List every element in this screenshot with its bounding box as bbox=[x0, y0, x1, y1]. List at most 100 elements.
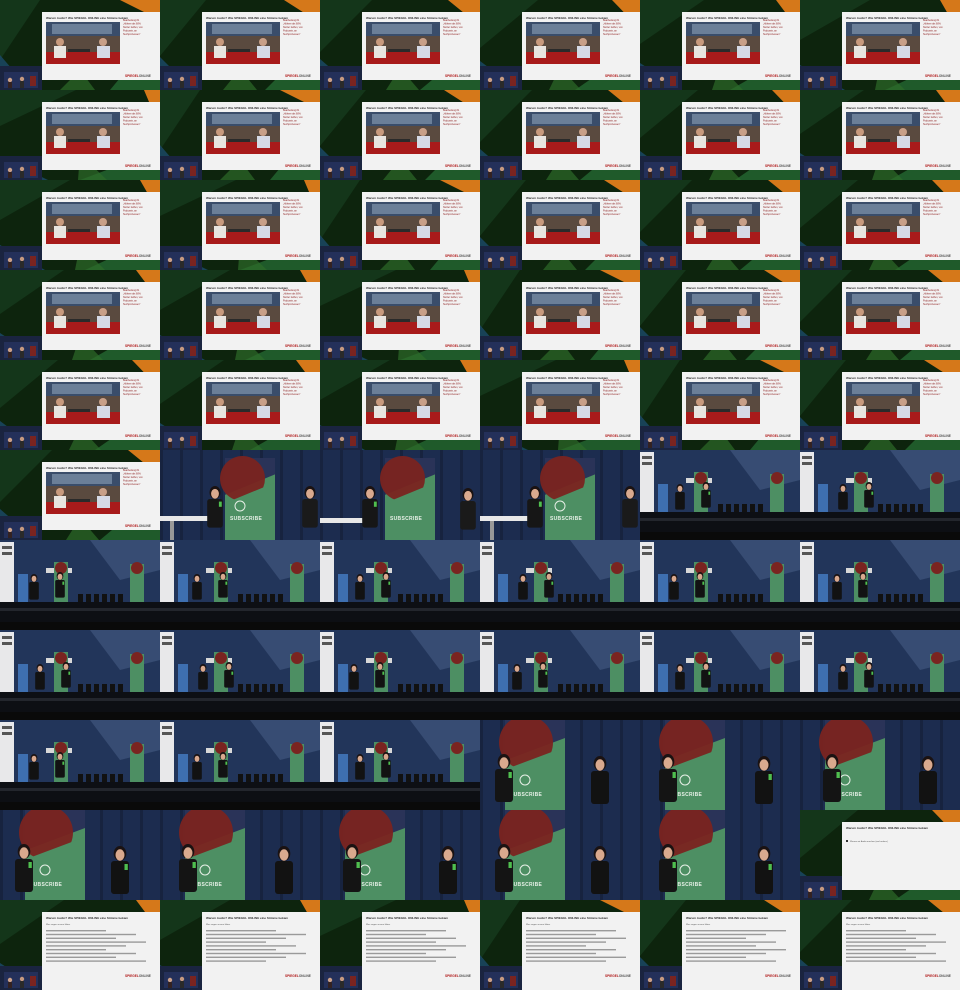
slide-side-text: Suchprozessen" bbox=[763, 33, 780, 36]
slide-side-text: Suchprozessen" bbox=[443, 303, 460, 306]
slide-subtitle: Was sagen unsere Hörer bbox=[846, 923, 871, 926]
slide-side-text: Suchprozessen" bbox=[283, 33, 300, 36]
slide-side-text: Suchprozessen" bbox=[923, 33, 940, 36]
frame-thumbnail: Warum Audio? Wie SPIEGEL ONLINE eine Sti… bbox=[480, 900, 640, 990]
spiegel-logo: SPIEGELONLINE bbox=[285, 254, 311, 258]
slide-title: Warum Audio? Wie SPIEGEL ONLINE eine Sti… bbox=[206, 106, 288, 110]
slide-title: Warum Audio? Wie SPIEGEL ONLINE eine Sti… bbox=[526, 376, 608, 380]
slide-side-text: Suchprozessen" bbox=[923, 123, 940, 126]
webcam-inset bbox=[640, 426, 682, 450]
webcam-inset bbox=[160, 336, 202, 360]
webcam-inset bbox=[480, 966, 522, 990]
webcam-inset bbox=[160, 156, 202, 180]
slide-title: Warum Audio? Wie SPIEGEL ONLINE eine Sti… bbox=[46, 916, 128, 920]
spiegel-logo: SPIEGELONLINE bbox=[605, 74, 631, 78]
frame-thumbnail: SUBSCRIBE bbox=[640, 810, 800, 900]
webcam-inset bbox=[160, 966, 202, 990]
slide-title: Warum Audio? Wie SPIEGEL ONLINE eine Sti… bbox=[366, 916, 448, 920]
webcam-inset bbox=[640, 246, 682, 270]
spiegel-logo: SPIEGELONLINE bbox=[925, 164, 951, 168]
frame-thumbnail bbox=[0, 720, 160, 810]
spiegel-logo: SPIEGELONLINE bbox=[605, 974, 631, 978]
frame-thumbnail: Warum Audio? Wie SPIEGEL ONLINE eine Sti… bbox=[320, 360, 480, 450]
slide-title: Warum Audio? Wie SPIEGEL ONLINE eine Sti… bbox=[846, 196, 928, 200]
slide-title: Warum Audio? Wie SPIEGEL ONLINE eine Sti… bbox=[206, 376, 288, 380]
spiegel-logo: SPIEGELONLINE bbox=[125, 344, 151, 348]
frame-thumbnail: Warum Audio? Wie SPIEGEL ONLINE eine Sti… bbox=[480, 90, 640, 180]
webcam-inset bbox=[320, 66, 362, 90]
spiegel-logo: SPIEGELONLINE bbox=[765, 254, 791, 258]
slide-title: Warum Audio? Wie SPIEGEL ONLINE eine Sti… bbox=[846, 286, 928, 290]
slide-title: Warum Audio? Wie SPIEGEL ONLINE eine Sti… bbox=[526, 16, 608, 20]
frame-thumbnail bbox=[800, 630, 960, 720]
webcam-inset bbox=[640, 156, 682, 180]
webcam-inset bbox=[800, 966, 842, 990]
webcam-inset bbox=[800, 66, 842, 90]
frame-thumbnail: Warum Audio? Wie SPIEGEL ONLINE eine Sti… bbox=[320, 900, 480, 990]
webcam-inset bbox=[160, 66, 202, 90]
frame-thumbnail: Warum Audio? Wie SPIEGEL ONLINE eine Sti… bbox=[480, 270, 640, 360]
frame-thumbnail: SUBSCRIBE bbox=[160, 810, 320, 900]
frame-thumbnail bbox=[640, 630, 800, 720]
frame-thumbnail bbox=[480, 540, 640, 630]
webcam-inset bbox=[0, 246, 42, 270]
frame-thumbnail: Warum Audio? Wie SPIEGEL ONLINE eine Sti… bbox=[320, 270, 480, 360]
frame-thumbnail: Warum Audio? Wie SPIEGEL ONLINE eine Sti… bbox=[800, 360, 960, 450]
frame-thumbnail: Warum Audio? Wie SPIEGEL ONLINE eine Sti… bbox=[800, 900, 960, 990]
frame-thumbnail bbox=[160, 720, 320, 810]
spiegel-logo: SPIEGELONLINE bbox=[925, 344, 951, 348]
frame-thumbnail: Warum Audio? Wie SPIEGEL ONLINE eine Sti… bbox=[160, 90, 320, 180]
frame-thumbnail bbox=[800, 450, 960, 540]
frame-thumbnail: Warum Audio? Wie SPIEGEL ONLINE eine Sti… bbox=[800, 90, 960, 180]
frame-thumbnail: Warum Audio? Wie SPIEGEL ONLINE eine Sti… bbox=[320, 0, 480, 90]
frame-thumbnail: Warum Audio? Wie SPIEGEL ONLINE eine Sti… bbox=[640, 180, 800, 270]
slide-title: Warum Audio? Wie SPIEGEL ONLINE eine Sti… bbox=[686, 196, 768, 200]
slide-side-text: Suchprozessen" bbox=[923, 303, 940, 306]
spiegel-logo: SPIEGELONLINE bbox=[285, 164, 311, 168]
slide-side-text: Suchprozessen" bbox=[763, 393, 780, 396]
spiegel-logo: SPIEGELONLINE bbox=[285, 974, 311, 978]
subscribe-label: SUBSCRIBE bbox=[510, 882, 543, 888]
slide-title: Warum Audio? Wie SPIEGEL ONLINE eine Sti… bbox=[846, 376, 928, 380]
webcam-inset bbox=[320, 246, 362, 270]
frame-thumbnail: Warum Audio? Wie SPIEGEL ONLINE eine Sti… bbox=[800, 0, 960, 90]
subscribe-banner bbox=[380, 456, 435, 540]
frame-thumbnail: Warum Audio? Wie SPIEGEL ONLINE eine Sti… bbox=[160, 180, 320, 270]
slide-side-text: Suchprozessen" bbox=[763, 213, 780, 216]
frame-thumbnail: Warum Audio? Wie SPIEGEL ONLINE eine Sti… bbox=[480, 0, 640, 90]
slide-subtitle: Was sagen unsere Hörer bbox=[686, 923, 711, 926]
frame-thumbnail: Warum Audio? Wie SPIEGEL ONLINE eine Sti… bbox=[320, 90, 480, 180]
spiegel-logo: SPIEGELONLINE bbox=[925, 974, 951, 978]
spiegel-logo: SPIEGELONLINE bbox=[765, 974, 791, 978]
subscribe-label: SUBSCRIBE bbox=[550, 516, 583, 522]
spiegel-logo: SPIEGELONLINE bbox=[125, 164, 151, 168]
webcam-inset bbox=[320, 426, 362, 450]
slide-title: Warum Audio? Wie SPIEGEL ONLINE eine Sti… bbox=[46, 16, 128, 20]
subscribe-label: SUBSCRIBE bbox=[390, 516, 423, 522]
frame-thumbnail: Warum Audio? Wie SPIEGEL ONLINE eine Sti… bbox=[0, 450, 160, 540]
frame-thumbnail: Warum Audio? Wie SPIEGEL ONLINE eine Sti… bbox=[0, 180, 160, 270]
webcam-inset bbox=[0, 156, 42, 180]
webcam-inset bbox=[0, 66, 42, 90]
webcam-inset bbox=[480, 156, 522, 180]
frame-thumbnail: SUBSCRIBE bbox=[320, 450, 480, 540]
checkbox-icon bbox=[846, 840, 848, 842]
slide-subtitle: Was sagen unsere Hörer bbox=[206, 923, 231, 926]
spiegel-logo: SPIEGELONLINE bbox=[765, 434, 791, 438]
spiegel-logo: SPIEGELONLINE bbox=[765, 164, 791, 168]
spiegel-logo: SPIEGELONLINE bbox=[925, 434, 951, 438]
slide-side-text: Suchprozessen" bbox=[443, 213, 460, 216]
slide-side-text: Suchprozessen" bbox=[123, 33, 140, 36]
frame-thumbnail bbox=[640, 540, 800, 630]
slide-title: Warum Audio? Wie SPIEGEL ONLINE eine Sti… bbox=[846, 106, 928, 110]
slide-title: Warum Audio? Wie SPIEGEL ONLINE eine Sti… bbox=[366, 16, 448, 20]
slide-title: Warum Audio? Wie SPIEGEL ONLINE eine Sti… bbox=[366, 106, 448, 110]
webcam-inset bbox=[160, 246, 202, 270]
slide-side-text: Suchprozessen" bbox=[603, 123, 620, 126]
frame-thumbnail: Warum Audio? Wie SPIEGEL ONLINE eine Sti… bbox=[0, 90, 160, 180]
webcam-inset bbox=[480, 246, 522, 270]
slide-side-text: Suchprozessen" bbox=[443, 123, 460, 126]
webcam-inset bbox=[0, 516, 42, 540]
frame-thumbnail: Warum Audio? Wie SPIEGEL ONLINE eine Sti… bbox=[0, 900, 160, 990]
slide-side-text: Suchprozessen" bbox=[923, 213, 940, 216]
